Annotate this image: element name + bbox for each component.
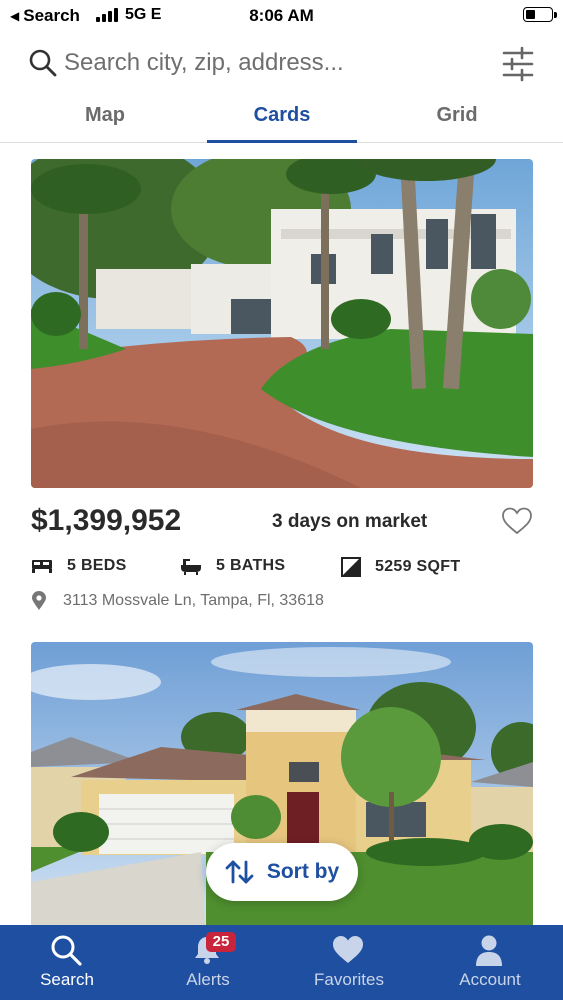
baths-feature: 5 BATHS <box>180 557 285 575</box>
back-label: Search <box>23 6 80 25</box>
listing-photo[interactable] <box>31 159 533 488</box>
nav-alerts[interactable]: 25 Alerts <box>138 925 278 1000</box>
location-pin-icon <box>32 591 46 610</box>
nav-favorites-label: Favorites <box>314 970 384 989</box>
bed-icon <box>32 560 52 573</box>
beds-label: 5 BEDS <box>67 557 127 574</box>
nav-search-label: Search <box>40 970 94 989</box>
listing-features: 5 BEDS 5 BATHS 5259 SQFT <box>31 557 533 581</box>
tab-map[interactable]: Map <box>30 104 180 142</box>
nav-favorites[interactable]: Favorites <box>279 925 419 1000</box>
battery-icon <box>523 7 557 22</box>
active-tab-indicator <box>207 140 357 143</box>
filter-sliders-icon[interactable] <box>498 46 538 82</box>
nav-account-label: Account <box>459 970 521 989</box>
sort-arrows-icon <box>225 860 254 884</box>
beds-feature: 5 BEDS <box>31 557 127 575</box>
tab-grid[interactable]: Grid <box>382 104 532 142</box>
sort-by-button[interactable]: Sort by <box>206 843 358 901</box>
nav-search[interactable]: Search <box>0 925 137 1000</box>
search-icon <box>51 935 82 966</box>
search-bar <box>0 40 563 90</box>
back-arrow-icon: ◀ <box>10 9 20 23</box>
sqft-feature: 5259 SQFT <box>341 557 460 577</box>
person-icon <box>476 935 502 966</box>
alerts-count-badge: 25 <box>206 932 236 952</box>
tab-cards[interactable]: Cards <box>207 104 357 142</box>
search-icon <box>29 49 57 77</box>
listing-address: 3113 Mossvale Ln, Tampa, Fl, 33618 <box>31 591 324 611</box>
back-to-search-link[interactable]: ◀ Search <box>10 6 80 26</box>
address-text: 3113 Mossvale Ln, Tampa, Fl, 33618 <box>63 592 324 609</box>
area-icon <box>341 557 361 577</box>
sort-by-label: Sort by <box>266 860 340 883</box>
favorite-heart-icon[interactable] <box>501 506 533 536</box>
baths-label: 5 BATHS <box>216 557 286 574</box>
nav-alerts-label: Alerts <box>186 970 230 989</box>
search-input[interactable] <box>64 46 464 80</box>
status-time: 8:06 AM <box>249 6 314 25</box>
listing-card[interactable]: $1,399,952 3 days on market 5 BEDS 5 BAT… <box>31 159 533 619</box>
heart-icon <box>333 936 363 963</box>
days-on-market: 3 days on market <box>272 511 428 532</box>
bottom-navigation: Search 25 Alerts Favorites Account <box>0 925 563 1000</box>
view-tabs: Map Cards Grid <box>0 96 563 143</box>
status-bar: ◀ Search 5G E 8:06 AM <box>0 0 563 32</box>
listing-price: $1,399,952 <box>31 504 182 537</box>
nav-account[interactable]: Account <box>420 925 560 1000</box>
bathtub-icon <box>181 559 201 575</box>
sqft-label: 5259 SQFT <box>375 558 461 575</box>
signal-strength-icon <box>96 8 118 22</box>
network-type: 5G E <box>125 6 162 23</box>
